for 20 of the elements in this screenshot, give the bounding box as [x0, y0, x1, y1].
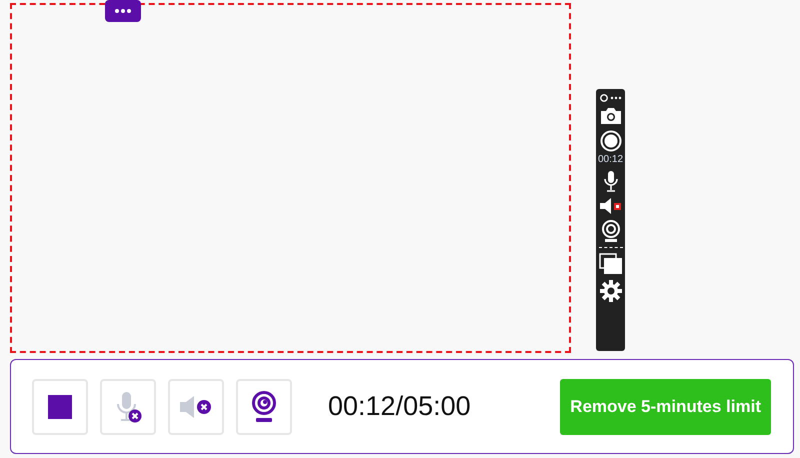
- recording-timer: 00:12/05:00: [328, 391, 472, 422]
- webcam-icon[interactable]: [600, 220, 620, 242]
- windows-icon[interactable]: [598, 253, 622, 275]
- speaker-icon[interactable]: [598, 197, 622, 215]
- speaker-icon: [179, 394, 213, 418]
- microphone-icon[interactable]: [602, 170, 618, 192]
- settings-icon[interactable]: [600, 280, 622, 302]
- pin-more-icon[interactable]: [600, 94, 622, 102]
- microphone-button[interactable]: [100, 378, 156, 434]
- camera-icon[interactable]: [600, 107, 622, 125]
- more-icon: [114, 8, 132, 14]
- toolbar-timer: 00:12: [598, 154, 624, 165]
- stop-button[interactable]: [32, 378, 88, 434]
- record-icon[interactable]: [600, 130, 622, 152]
- stop-icon: [48, 394, 72, 418]
- speaker-button[interactable]: [168, 378, 224, 434]
- remove-limit-button[interactable]: Remove 5-minutes limit: [560, 378, 771, 434]
- webcam-icon: [250, 390, 278, 422]
- more-button[interactable]: [105, 0, 141, 22]
- webcam-button[interactable]: [236, 378, 292, 434]
